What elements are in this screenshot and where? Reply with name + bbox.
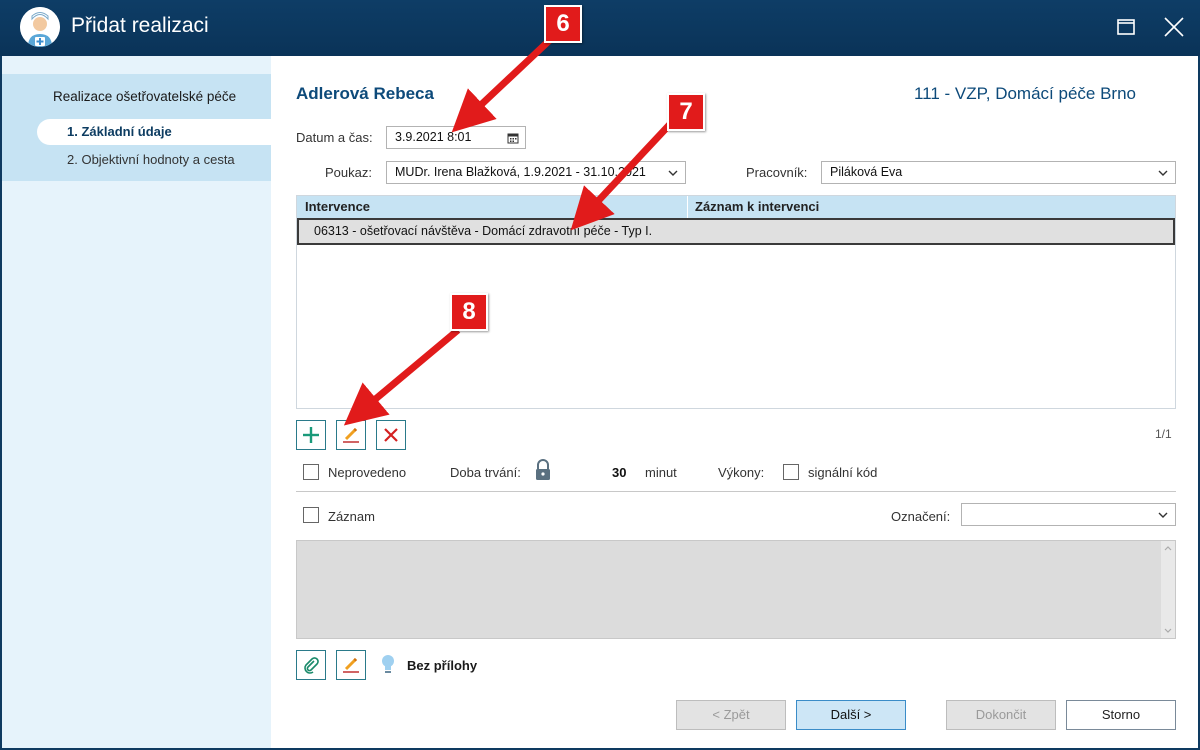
datetime-field[interactable]: 3.9.2021 8:01 bbox=[386, 126, 526, 149]
chevron-down-icon bbox=[1158, 512, 1168, 518]
callout-6: 6 bbox=[544, 5, 582, 43]
maximize-button[interactable] bbox=[1111, 12, 1141, 42]
worker-label: Pracovník: bbox=[746, 165, 808, 180]
wizard-title: Realizace ošetřovatelské péče bbox=[53, 89, 237, 104]
datetime-label: Datum a čas: bbox=[296, 130, 373, 145]
scroll-up-icon[interactable] bbox=[1164, 545, 1172, 551]
pencil-icon bbox=[343, 657, 359, 673]
record-label: Záznam bbox=[328, 509, 375, 524]
duration-label: Doba trvání: bbox=[450, 465, 521, 480]
step-objective-values[interactable]: 2. Objektivní hodnoty a cesta bbox=[37, 147, 271, 173]
poukaz-label: Poukaz: bbox=[325, 165, 372, 180]
attach-button[interactable] bbox=[296, 650, 326, 680]
close-button[interactable] bbox=[1159, 12, 1189, 42]
delete-intervention-button[interactable] bbox=[376, 420, 406, 450]
divider bbox=[296, 491, 1176, 492]
lock-icon[interactable] bbox=[534, 459, 552, 481]
chevron-down-icon bbox=[668, 170, 678, 176]
chevron-down-icon bbox=[1158, 170, 1168, 176]
record-textarea[interactable] bbox=[296, 540, 1176, 639]
record-checkbox[interactable] bbox=[303, 507, 319, 523]
poukaz-value: MUDr. Irena Blažková, 1.9.2021 - 31.10.2… bbox=[395, 165, 646, 179]
sidebar: Realizace ošetřovatelské péče 1. Základn… bbox=[2, 56, 271, 748]
edit-attachment-button[interactable] bbox=[336, 650, 366, 680]
column-header-intervention[interactable]: Intervence bbox=[305, 199, 370, 214]
signal-code-checkbox[interactable] bbox=[783, 464, 799, 480]
calendar-icon[interactable] bbox=[507, 132, 519, 144]
not-done-label: Neprovedeno bbox=[328, 465, 407, 480]
not-done-checkbox[interactable] bbox=[303, 464, 319, 480]
add-intervention-button[interactable] bbox=[296, 420, 326, 450]
back-button[interactable]: < Zpět bbox=[676, 700, 786, 730]
memo-scrollbar[interactable] bbox=[1161, 541, 1175, 638]
finish-button[interactable]: Dokončit bbox=[946, 700, 1056, 730]
intervention-grid: Intervence Záznam k intervenci 06313 - o… bbox=[296, 195, 1176, 409]
performances-label: Výkony: bbox=[718, 465, 765, 480]
window-title: Přidat realizaci bbox=[71, 14, 209, 37]
insurer-name: 111 - VZP, Domácí péče Brno bbox=[913, 84, 1136, 103]
worker-select[interactable]: Piláková Eva bbox=[821, 161, 1176, 184]
wizard-steps: Realizace ošetřovatelské péče 1. Základn… bbox=[2, 74, 271, 181]
title-bar: Přidat realizaci bbox=[0, 0, 1200, 56]
lightbulb-icon bbox=[382, 655, 394, 673]
close-icon bbox=[1164, 17, 1184, 37]
cell-intervention: 06313 - ošetřovací návštěva - Domácí zdr… bbox=[314, 224, 653, 238]
paperclip-icon bbox=[304, 657, 319, 674]
grid-header: Intervence Záznam k intervenci bbox=[297, 196, 1175, 218]
plus-icon bbox=[303, 427, 319, 443]
scroll-down-icon[interactable] bbox=[1164, 628, 1172, 634]
column-header-note[interactable]: Záznam k intervenci bbox=[695, 199, 819, 214]
nurse-avatar-icon bbox=[20, 7, 60, 47]
worker-value: Piláková Eva bbox=[830, 165, 903, 179]
signal-code-label: signální kód bbox=[808, 465, 878, 480]
delete-x-icon bbox=[384, 428, 398, 442]
tag-select[interactable] bbox=[961, 503, 1176, 526]
patient-name: Adlerová Rebeca bbox=[296, 84, 434, 103]
edit-intervention-button[interactable] bbox=[336, 420, 366, 450]
duration-value: 30 bbox=[612, 465, 627, 480]
tag-label: Označení: bbox=[891, 509, 951, 524]
step-basic-data[interactable]: 1. Základní údaje bbox=[37, 119, 271, 145]
next-button[interactable]: Další > bbox=[796, 700, 906, 730]
datetime-value: 3.9.2021 8:01 bbox=[395, 130, 472, 144]
dialog-body: Realizace ošetřovatelské péče 1. Základn… bbox=[2, 56, 1198, 748]
table-row[interactable]: 06313 - ošetřovací návštěva - Domácí zdr… bbox=[297, 218, 1175, 245]
pencil-icon bbox=[343, 427, 359, 443]
maximize-icon bbox=[1117, 19, 1135, 35]
duration-unit: minut bbox=[645, 465, 677, 480]
grid-pager: 1/1 bbox=[1155, 427, 1172, 441]
callout-8: 8 bbox=[450, 293, 488, 331]
cancel-button[interactable]: Storno bbox=[1066, 700, 1176, 730]
attachments-status: Bez přílohy bbox=[407, 658, 478, 673]
poukaz-select[interactable]: MUDr. Irena Blažková, 1.9.2021 - 31.10.2… bbox=[386, 161, 686, 184]
callout-7: 7 bbox=[667, 93, 705, 131]
